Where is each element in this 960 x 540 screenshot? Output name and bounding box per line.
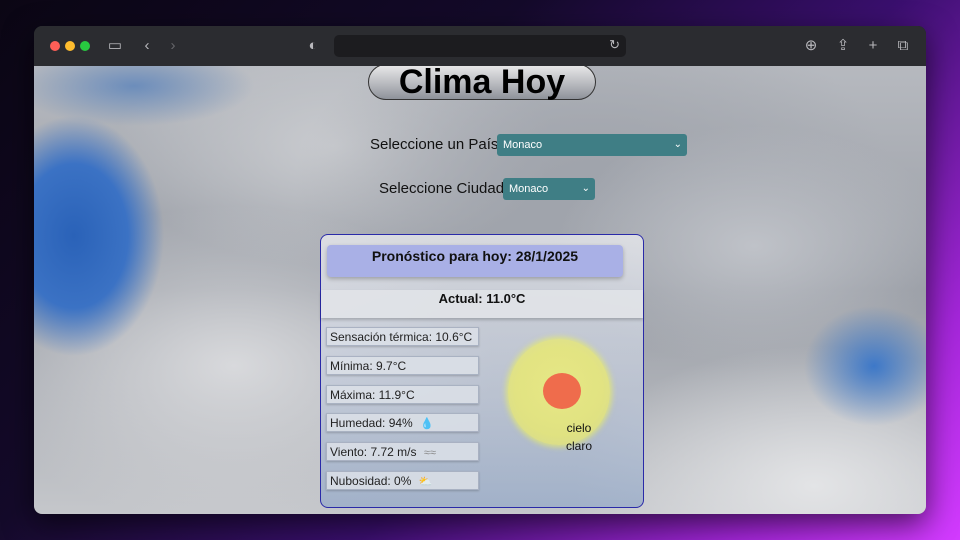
humidity-text: Humedad: 94% — [330, 416, 413, 430]
droplet-icon: 💧 — [420, 418, 434, 430]
country-select-value: Monaco — [503, 139, 543, 151]
cloudiness-stat: Nubosidad: 0% ⛅ — [326, 471, 479, 490]
feels-like-text: Sensación térmica: 10.6°C — [330, 330, 473, 344]
sun-cloud-icon: ⛅ — [418, 476, 433, 488]
humidity-stat: Humedad: 94% 💧 — [326, 413, 479, 432]
download-icon[interactable]: ⊕ — [802, 37, 820, 55]
min-temp-text: Mínima: 9.7°C — [330, 359, 407, 373]
privacy-shield-icon[interactable]: ◐ — [304, 37, 322, 55]
current-temperature: Actual: 11.0°C — [321, 290, 643, 318]
city-label: Seleccione Ciudad: — [379, 180, 509, 197]
feels-like-stat: Sensación térmica: 10.6°C — [326, 327, 479, 346]
chevron-down-icon: ⌄ — [673, 139, 682, 150]
minimize-window-button[interactable] — [65, 41, 75, 51]
page-viewport: Clima Hoy Seleccione un País: Monaco ⌄ S… — [34, 66, 926, 514]
country-select[interactable]: Monaco ⌄ — [497, 134, 687, 156]
wind-stat: Viento: 7.72 m/s ≈≈ — [326, 442, 479, 461]
wind-text: Viento: 7.72 m/s — [330, 445, 417, 459]
max-temp-text: Máxima: 11.9°C — [330, 388, 415, 402]
new-tab-icon[interactable]: + — [864, 37, 882, 55]
sky-description-line2: claro — [565, 439, 592, 453]
zoom-window-button[interactable] — [80, 41, 90, 51]
address-bar[interactable]: ↻ — [334, 35, 626, 57]
wind-icon: ≈≈ — [423, 447, 436, 459]
city-select-value: Monaco — [509, 183, 549, 195]
chevron-down-icon: ⌄ — [581, 183, 590, 194]
browser-toolbar: ▭ ‹ › ◐ ↻ ⊕ ⇪ + ⧉ — [34, 26, 926, 67]
country-label: Seleccione un País: — [370, 136, 503, 153]
tabs-overview-icon[interactable]: ⧉ — [894, 37, 912, 55]
browser-window: ▭ ‹ › ◐ ↻ ⊕ ⇪ + ⧉ Clima Hoy Seleccione u… — [34, 26, 926, 514]
sky-description-line1: cielo — [566, 421, 592, 435]
sky-description: cielo claro — [551, 419, 607, 455]
forecast-heading: Pronóstico para hoy: 28/1/2025 — [327, 245, 623, 277]
reload-icon[interactable]: ↻ — [609, 37, 620, 53]
back-icon[interactable]: ‹ — [138, 37, 156, 55]
max-temp-stat: Máxima: 11.9°C — [326, 385, 479, 404]
page-title-banner: Clima Hoy — [368, 66, 596, 100]
forecast-card: Pronóstico para hoy: 28/1/2025 Actual: 1… — [320, 234, 644, 508]
cloudiness-text: Nubosidad: 0% — [330, 474, 412, 488]
sun-core — [543, 373, 581, 409]
city-select[interactable]: Monaco ⌄ — [503, 178, 595, 200]
sidebar-icon[interactable]: ▭ — [106, 37, 124, 55]
close-window-button[interactable] — [50, 41, 60, 51]
share-icon[interactable]: ⇪ — [834, 37, 852, 55]
forward-icon[interactable]: › — [164, 37, 182, 55]
page-title: Clima Hoy — [398, 66, 566, 101]
min-temp-stat: Mínima: 9.7°C — [326, 356, 479, 375]
